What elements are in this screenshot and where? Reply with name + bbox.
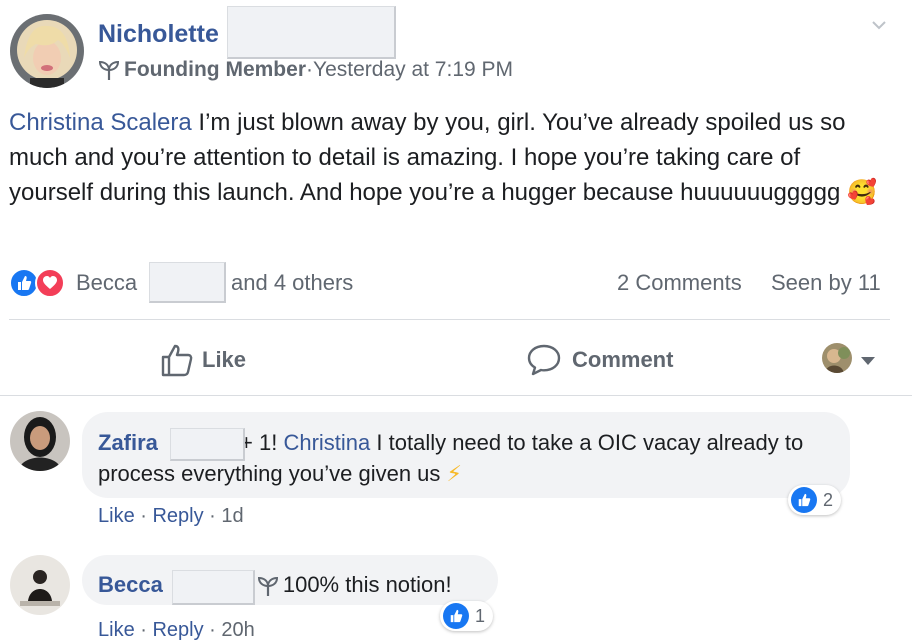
comment-like-badge[interactable]: 2 — [788, 485, 842, 515]
commenter-avatar[interactable] — [10, 411, 70, 471]
post-as-selector[interactable] — [822, 342, 878, 374]
comment-age[interactable]: 1d — [221, 505, 243, 527]
redacted-surname — [227, 6, 396, 59]
reactor-others[interactable]: and 4 others — [231, 270, 353, 296]
subtitle-separator: · — [306, 58, 313, 81]
comment-mention[interactable]: Christina — [283, 430, 370, 455]
like-reaction-icon — [443, 603, 469, 629]
caret-down-icon — [860, 353, 876, 365]
comment-meta: Like · Reply · 20h — [98, 619, 255, 641]
comment-bubble: Becca 100% this notion! — [82, 555, 498, 605]
actions-divider — [0, 395, 912, 396]
comment-author[interactable]: Zafira — [98, 430, 158, 455]
love-reaction-icon — [35, 268, 65, 298]
sprout-icon — [98, 59, 120, 81]
commenter-avatar[interactable] — [10, 555, 70, 615]
smiling-hearts-emoji: 🥰 — [846, 179, 877, 206]
like-button-label: Like — [202, 347, 247, 372]
like-button[interactable]: Like — [160, 340, 246, 380]
viewer-avatar — [822, 343, 852, 373]
author-avatar[interactable] — [10, 14, 84, 88]
comment-reply-link[interactable]: Reply — [152, 505, 203, 527]
sprout-icon — [257, 574, 279, 596]
comment-author[interactable]: Becca — [98, 569, 163, 600]
chevron-down-icon[interactable] — [872, 18, 886, 32]
comment-age[interactable]: 20h — [221, 619, 254, 641]
comment-content: Becca 100% this notion! — [98, 569, 452, 600]
redacted-surname — [172, 570, 255, 605]
thumbs-up-icon — [160, 343, 194, 377]
post-author-name[interactable]: Nicholette — [98, 20, 219, 49]
redacted-surname — [149, 262, 226, 303]
comment-like-link[interactable]: Like — [98, 619, 135, 641]
redacted-surname — [170, 428, 245, 461]
member-badge: Founding Member — [124, 58, 306, 81]
comment-text: 100% this notion! — [282, 572, 452, 597]
comment-like-link[interactable]: Like — [98, 505, 135, 527]
comment-button[interactable]: Comment — [526, 340, 673, 380]
reactions-divider — [9, 319, 890, 320]
comment-like-count: 1 — [475, 605, 486, 626]
comment-reply-link[interactable]: Reply — [152, 619, 203, 641]
comments-count[interactable]: 2 Comments — [617, 270, 742, 296]
comment-like-count: 2 — [823, 489, 834, 510]
comment-meta: Like · Reply · 1d — [98, 505, 244, 527]
reaction-icons[interactable] — [9, 268, 73, 298]
post-subtitle: Founding Member · Yesterday at 7:19 PM — [98, 58, 513, 82]
lightning-emoji: ⚡ — [446, 461, 462, 486]
speech-bubble-icon — [526, 343, 562, 377]
post-timestamp[interactable]: Yesterday at 7:19 PM — [313, 58, 513, 82]
comment-like-badge[interactable]: 1 — [440, 601, 494, 631]
mention-link[interactable]: Christina Scalera — [9, 109, 192, 136]
post-body: Christina Scalera I’m just blown away by… — [9, 105, 889, 210]
seen-by-count[interactable]: Seen by 11 — [771, 270, 881, 296]
like-reaction-icon — [791, 487, 817, 513]
reactor-first-name[interactable]: Becca — [76, 270, 137, 296]
comment-button-label: Comment — [572, 347, 674, 372]
